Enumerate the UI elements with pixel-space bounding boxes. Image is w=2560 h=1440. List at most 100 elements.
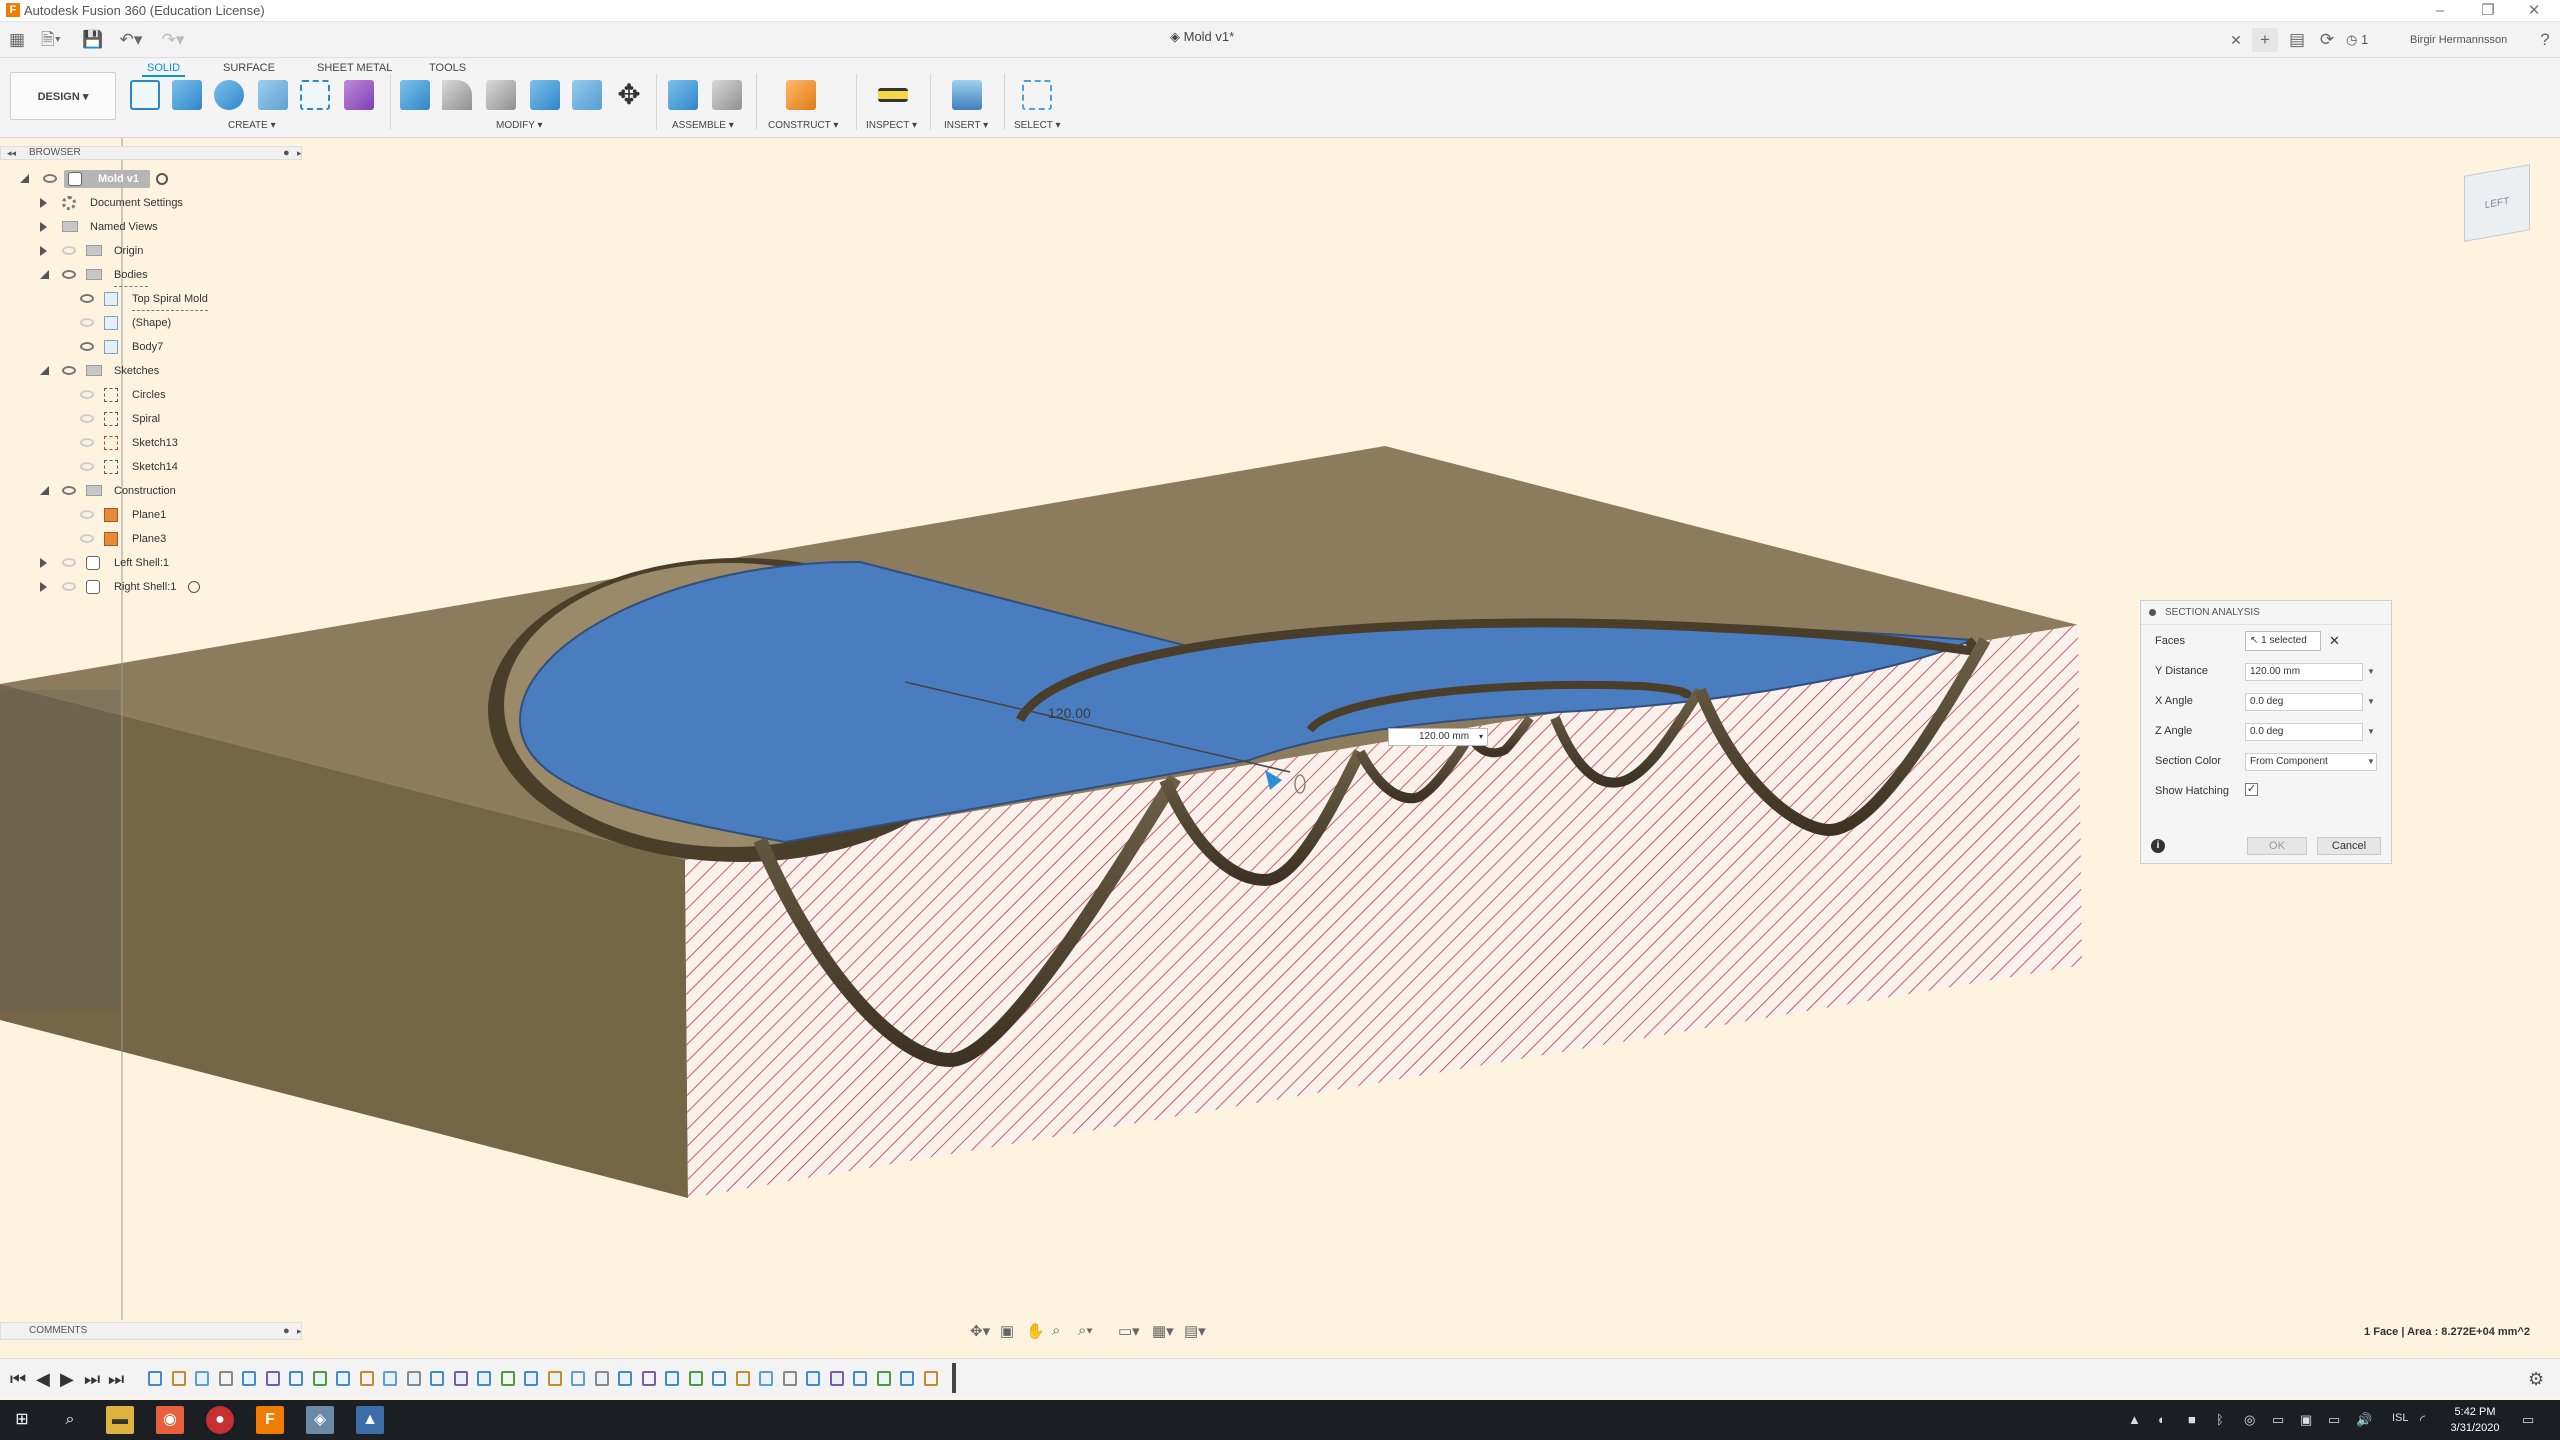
combine-icon[interactable] xyxy=(572,80,602,110)
browser-item-sketch14[interactable]: Sketch14 xyxy=(0,456,302,478)
timeline-feature-icon[interactable] xyxy=(336,1371,350,1386)
browser-item-bodies[interactable]: Bodies xyxy=(0,264,302,287)
timeline-feature-icon[interactable] xyxy=(242,1371,256,1386)
timeline-feature-icon[interactable] xyxy=(265,1371,280,1386)
visibility-eye-icon[interactable] xyxy=(43,174,57,183)
collapse-browser-icon[interactable]: ◂◂ xyxy=(7,147,16,159)
undo-icon[interactable]: ↶▾ xyxy=(114,28,148,52)
help-icon[interactable]: ? xyxy=(2534,28,2556,52)
file-menu-icon[interactable]: 🗎▾ xyxy=(36,28,66,52)
y-distance-input[interactable]: 120.00 mm xyxy=(2245,663,2363,681)
visibility-eye-icon[interactable] xyxy=(62,246,76,255)
timeline-end-icon[interactable]: ⏭ xyxy=(108,1369,124,1390)
insert-menu[interactable]: INSERT ▾ xyxy=(944,120,988,131)
timeline-play-icon[interactable]: ▶ xyxy=(60,1369,74,1390)
data-panel-grid-icon[interactable]: ▦ xyxy=(6,28,28,52)
bluetooth-icon[interactable]: ᛒ xyxy=(2216,1412,2224,1427)
timeline-feature-icon[interactable] xyxy=(876,1371,891,1386)
timeline-feature-icon[interactable] xyxy=(618,1371,632,1386)
timeline-feature-icon[interactable] xyxy=(148,1371,162,1386)
job-status[interactable]: ◷ 1 xyxy=(2346,28,2368,52)
timeline-feature-icon[interactable] xyxy=(782,1371,797,1386)
inspect-menu[interactable]: INSPECT ▾ xyxy=(866,120,917,131)
search-icon[interactable]: ⌕ xyxy=(56,1406,84,1434)
look-at-icon[interactable]: ▣ xyxy=(1000,1322,1014,1340)
browser-item-origin[interactable]: Origin xyxy=(0,240,302,262)
redo-icon[interactable]: ↷▾ xyxy=(156,28,190,52)
z-angle-dropdown-icon[interactable]: ▼ xyxy=(2367,727,2375,736)
browser-item-left-shell[interactable]: Left Shell:1 xyxy=(0,552,302,574)
visibility-eye-icon[interactable] xyxy=(80,510,94,519)
timeline-feature-icon[interactable] xyxy=(406,1371,421,1386)
timeline-feature-icon[interactable] xyxy=(312,1371,327,1386)
activate-radio-icon[interactable] xyxy=(188,581,200,593)
tray-red-icon[interactable]: ■ xyxy=(2188,1412,2196,1427)
press-pull-icon[interactable] xyxy=(400,80,430,110)
timeline-feature-icon[interactable] xyxy=(500,1371,515,1386)
tray-app-icon[interactable]: ▣ xyxy=(2300,1412,2312,1428)
tab-sheet-metal[interactable]: SHEET METAL xyxy=(312,61,397,75)
browser-item-plane3[interactable]: Plane3 xyxy=(0,528,302,550)
timeline-feature-icon[interactable] xyxy=(665,1371,679,1386)
timeline-feature-icon[interactable] xyxy=(594,1371,609,1386)
faces-selector[interactable]: ↖ 1 selected xyxy=(2245,631,2321,651)
browser-item-top-spiral-mold[interactable]: Top Spiral Mold xyxy=(0,288,302,311)
browser-item-sketches[interactable]: Sketches xyxy=(0,360,302,382)
select-menu[interactable]: SELECT ▾ xyxy=(1014,120,1061,131)
comments-expand-icon[interactable]: ▸ xyxy=(297,1323,302,1339)
browser-item-document-settings[interactable]: Document Settings xyxy=(0,192,302,214)
browser-item-right-shell[interactable]: Right Shell:1 xyxy=(0,576,302,598)
visibility-eye-icon[interactable] xyxy=(80,534,94,543)
timeline-feature-icon[interactable] xyxy=(641,1371,656,1386)
section-color-select[interactable]: From Component xyxy=(2245,753,2377,771)
move-copy-icon[interactable]: ✥ xyxy=(614,80,644,110)
section-color-dropdown-icon[interactable]: ▼ xyxy=(2367,757,2375,766)
ok-button[interactable]: OK xyxy=(2247,837,2307,855)
timeline-feature-icon[interactable] xyxy=(477,1371,491,1386)
timeline-feature-icon[interactable] xyxy=(383,1371,397,1386)
dimension-dropdown-icon[interactable]: ▾ xyxy=(1479,729,1483,745)
visibility-eye-icon[interactable] xyxy=(62,582,76,591)
select-window-icon[interactable] xyxy=(1022,80,1052,110)
insert-image-icon[interactable] xyxy=(952,80,982,110)
visibility-eye-icon[interactable] xyxy=(80,318,94,327)
collapse-arrow-icon[interactable] xyxy=(20,174,29,183)
grid-settings-icon[interactable]: ▦▾ xyxy=(1152,1322,1174,1340)
pan-hand-icon[interactable]: ✋ xyxy=(1026,1322,1045,1340)
pattern-icon[interactable] xyxy=(300,80,330,110)
tray-app-icon[interactable]: ▲ xyxy=(2128,1412,2141,1427)
timeline-forward-icon[interactable]: ⏭ xyxy=(84,1369,100,1390)
save-icon[interactable]: 💾 xyxy=(82,28,104,52)
tray-app-icon[interactable]: ▭ xyxy=(2272,1412,2284,1428)
timeline-feature-icon[interactable] xyxy=(430,1371,444,1386)
visibility-eye-icon[interactable] xyxy=(80,462,94,471)
display-settings-icon[interactable]: ▭▾ xyxy=(1118,1322,1140,1340)
measure-icon[interactable] xyxy=(878,88,908,102)
modify-menu[interactable]: MODIFY ▾ xyxy=(496,120,543,131)
visibility-eye-icon[interactable] xyxy=(62,270,76,279)
expand-arrow-icon[interactable] xyxy=(40,246,47,256)
timeline-feature-icon[interactable] xyxy=(171,1371,186,1386)
tab-tools[interactable]: TOOLS xyxy=(424,61,471,75)
zoom-window-icon[interactable]: ⌕▾ xyxy=(1078,1322,1093,1339)
assemble-menu[interactable]: ASSEMBLE ▾ xyxy=(672,120,734,131)
browser-item-spiral[interactable]: Spiral xyxy=(0,408,302,430)
browser-item-construction[interactable]: Construction xyxy=(0,480,302,502)
construct-menu[interactable]: CONSTRUCT ▾ xyxy=(768,120,838,131)
timeline-feature-icon[interactable] xyxy=(900,1371,914,1386)
input-language[interactable]: ISL xyxy=(2392,1412,2409,1424)
photos-taskbar-icon[interactable]: ▲ xyxy=(356,1406,384,1434)
extrude-icon[interactable] xyxy=(172,80,202,110)
revolve-icon[interactable] xyxy=(214,80,244,110)
user-account-menu[interactable]: Birgir Hermannsson xyxy=(2410,28,2507,52)
expand-arrow-icon[interactable] xyxy=(40,198,47,208)
browser-taskbar-icon[interactable]: ◈ xyxy=(306,1406,334,1434)
x-angle-dropdown-icon[interactable]: ▼ xyxy=(2367,697,2375,706)
timeline-feature-icon[interactable] xyxy=(712,1371,726,1386)
browser-pin-icon[interactable]: ● xyxy=(283,147,290,159)
close-tab-icon[interactable]: ✕ xyxy=(2226,28,2246,52)
collapse-arrow-icon[interactable] xyxy=(40,486,49,495)
tab-solid[interactable]: SOLID xyxy=(142,61,186,77)
browser-item-body7[interactable]: Body7 xyxy=(0,336,302,358)
timeline-feature-icon[interactable] xyxy=(735,1371,750,1386)
